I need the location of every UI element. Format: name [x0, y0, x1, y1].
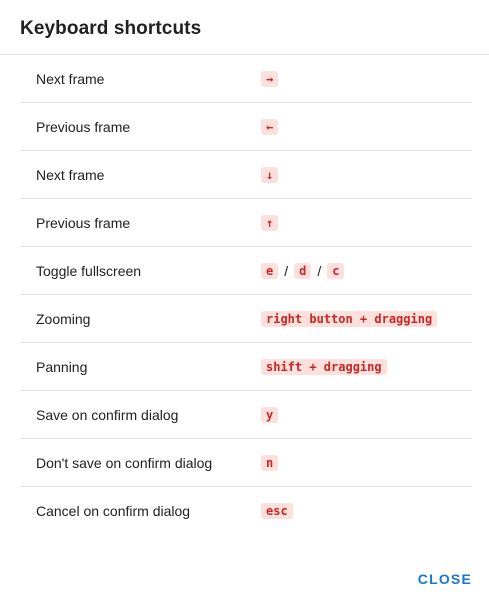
key-badge: right button + dragging — [261, 310, 438, 327]
shortcut-keys: → — [261, 70, 279, 87]
shortcut-keys: ↑ — [261, 214, 279, 231]
shortcut-keys: ↓ — [261, 166, 279, 183]
shortcut-action-label: Zooming — [36, 310, 91, 327]
shortcut-row: Cancel on confirm dialog esc — [20, 487, 472, 535]
shortcut-keys: right button + dragging — [261, 310, 438, 327]
shortcut-action-label: Next frame — [36, 70, 105, 87]
key-badge: → — [261, 70, 279, 87]
shortcut-row: Save on confirm dialog y — [20, 391, 472, 439]
dialog-actions: CLOSE — [418, 571, 472, 589]
shortcut-action-label: Cancel on confirm dialog — [36, 503, 191, 519]
shortcut-action-label: Previous frame — [36, 214, 131, 231]
dialog-header: Keyboard shortcuts — [0, 0, 489, 55]
key-badge: e — [261, 262, 279, 279]
shortcut-action-label: Don't save on confirm dialog — [36, 454, 213, 471]
shortcut-row: Don't save on confirm dialog n — [20, 439, 472, 487]
key-badge: c — [327, 262, 345, 279]
shortcut-keys: e / d / c — [261, 262, 345, 279]
key-badge: ↑ — [261, 214, 279, 231]
key-badge: ↓ — [261, 166, 279, 183]
key-badge: n — [261, 454, 279, 471]
shortcut-row: Toggle fullscreen e / d / c — [20, 247, 472, 295]
shortcut-row: Panning shift + dragging — [20, 343, 472, 391]
shortcut-action-label: Previous frame — [36, 118, 131, 135]
shortcut-keys: esc — [261, 503, 293, 519]
shortcut-row: Zooming right button + dragging — [20, 295, 472, 343]
key-separator: / — [317, 262, 322, 279]
shortcut-row: Previous frame ↑ — [20, 199, 472, 247]
key-badge: d — [294, 262, 312, 279]
shortcut-action-label: Save on confirm dialog — [36, 406, 179, 423]
keyboard-shortcuts-dialog: Keyboard shortcuts Next frame → Previous… — [0, 0, 489, 605]
shortcut-row: Previous frame ← — [20, 103, 472, 151]
shortcut-row: Next frame → — [20, 55, 472, 103]
shortcut-keys: n — [261, 454, 279, 471]
shortcut-row: Next frame ↓ — [20, 151, 472, 199]
shortcut-action-label: Next frame — [36, 166, 105, 183]
key-badge: esc — [261, 503, 293, 519]
shortcut-keys: ← — [261, 118, 279, 135]
dialog-title: Keyboard shortcuts — [20, 18, 202, 39]
close-button[interactable]: CLOSE — [418, 571, 472, 587]
key-badge: shift + dragging — [261, 358, 387, 375]
shortcut-action-label: Toggle fullscreen — [36, 262, 142, 279]
key-badge: ← — [261, 118, 279, 135]
shortcut-list: Next frame → Previous frame ← Next frame… — [20, 55, 472, 535]
shortcut-keys: y — [261, 406, 279, 423]
key-separator: / — [284, 262, 289, 279]
shortcut-keys: shift + dragging — [261, 358, 387, 375]
key-badge: y — [261, 406, 279, 423]
shortcut-action-label: Panning — [36, 358, 88, 375]
